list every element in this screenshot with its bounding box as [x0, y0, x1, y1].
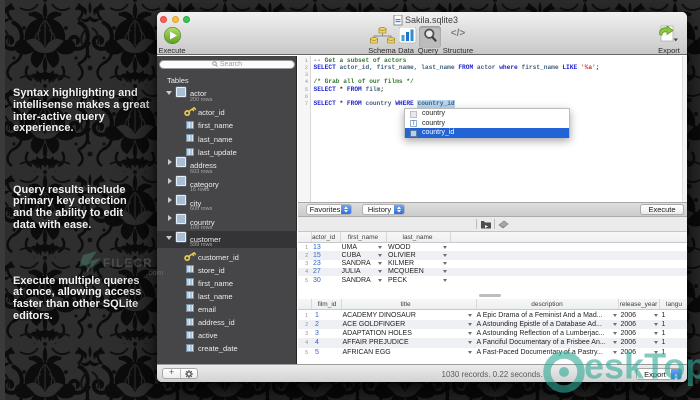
svg-text:.com: .com	[146, 268, 164, 277]
svg-text:eskTop: eskTop	[584, 346, 700, 387]
